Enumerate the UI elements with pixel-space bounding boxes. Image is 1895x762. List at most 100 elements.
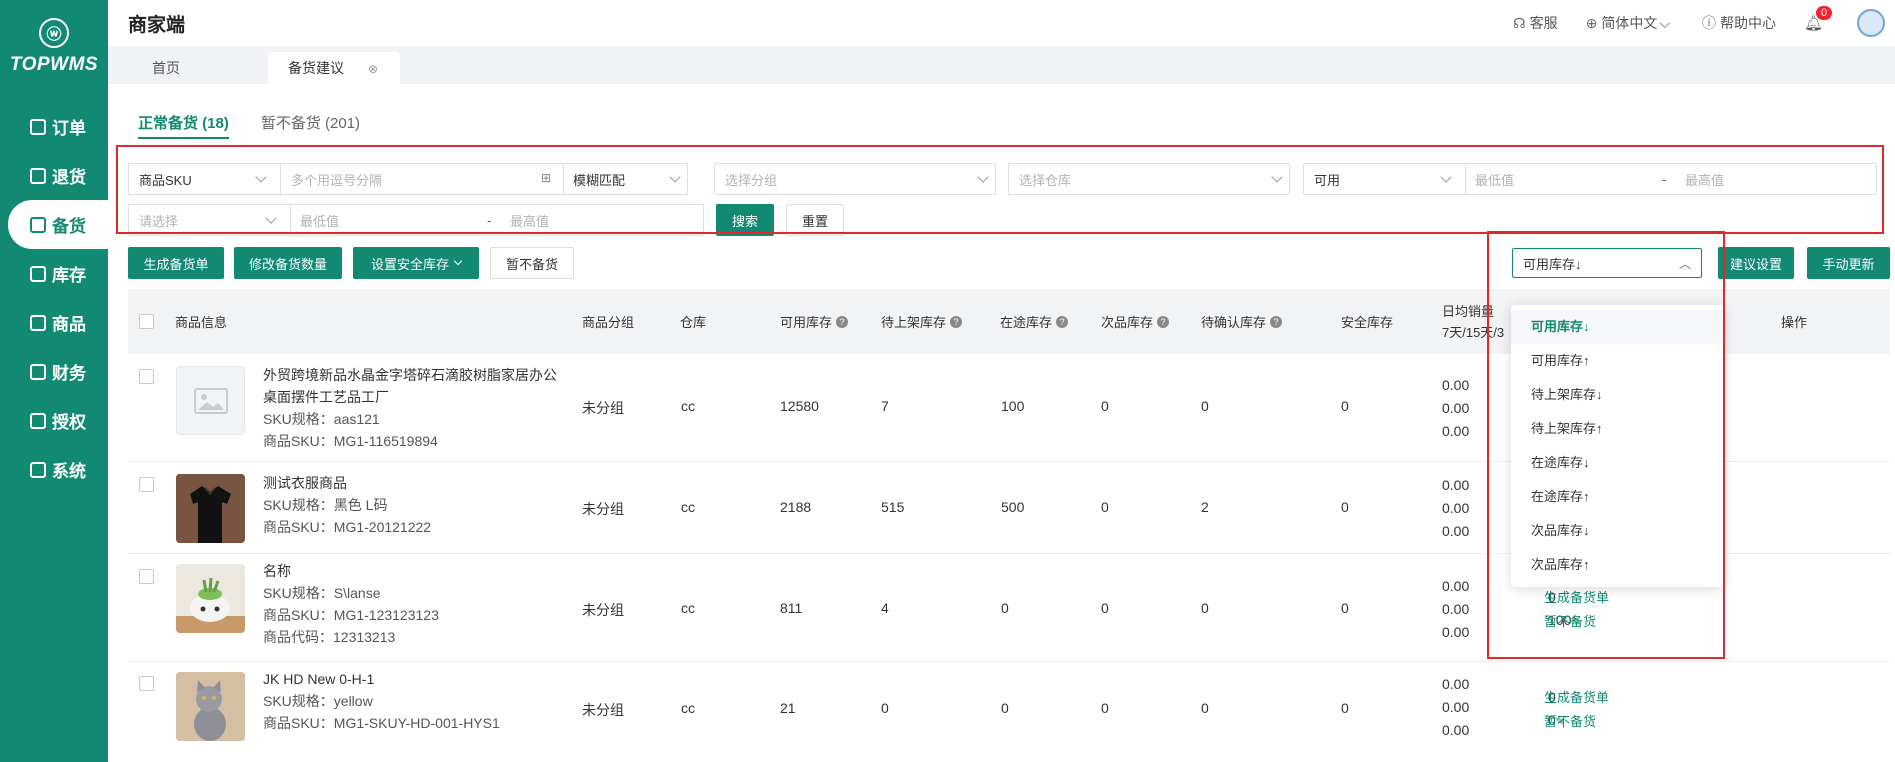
cell-daily-sales: 0.00 0.00 0.00 bbox=[1442, 575, 1469, 644]
product-image-placeholder bbox=[176, 366, 245, 435]
help-icon[interactable]: ? bbox=[950, 315, 963, 328]
replenish-icon bbox=[30, 216, 46, 233]
help-center-link[interactable]: ⓘ 帮助中心 bbox=[1702, 13, 1776, 33]
pause-replenish-button[interactable]: 暂不备货 bbox=[490, 247, 574, 279]
sidebar-item-inventory[interactable]: 库存 bbox=[0, 249, 108, 298]
avatar[interactable] bbox=[1857, 9, 1885, 37]
tab-label: 备货建议 bbox=[288, 60, 344, 76]
suggest-settings-button[interactable]: 建议设置 bbox=[1718, 247, 1794, 279]
cell-warehouse: cc bbox=[681, 398, 695, 414]
cat-planter-image bbox=[176, 564, 245, 633]
header-available-label: 可用库存 bbox=[780, 315, 833, 330]
cell-group: 未分组 bbox=[582, 602, 624, 618]
product-spec: SKU规格：黑色 L码 bbox=[263, 497, 388, 513]
cell-safety: 0 bbox=[1341, 600, 1349, 616]
globe-icon: ⊕ bbox=[1585, 14, 1598, 31]
row-actions: 生成备货单 暂不备货 bbox=[1544, 686, 1609, 734]
product-spec: SKU规格：S\lanse bbox=[263, 585, 381, 601]
cell-pending: 7 bbox=[881, 398, 889, 414]
header-to-confirm: 待确认库存? bbox=[1201, 289, 1283, 354]
safety-stock-button[interactable]: 设置安全库存 bbox=[353, 247, 479, 279]
cell-daily-sales: 0.00 0.00 0.00 bbox=[1442, 673, 1469, 742]
product-name: 名称 bbox=[263, 563, 291, 579]
shirt-image bbox=[176, 474, 245, 543]
help-icon[interactable]: ? bbox=[1056, 315, 1069, 328]
product-sku: 商品SKU：MG1-20121222 bbox=[263, 519, 432, 535]
tab-replenish-suggest[interactable]: 备货建议 ⊗ bbox=[268, 52, 400, 84]
cell-daily-sales: 0.00 0.00 0.00 bbox=[1442, 374, 1469, 443]
product-name: 测试衣服商品 bbox=[263, 475, 347, 491]
service-link[interactable]: ☊ 客服 bbox=[1513, 13, 1557, 33]
finance-icon bbox=[30, 363, 46, 380]
cell-defective: 0 bbox=[1101, 700, 1109, 716]
daily-15: 0.00 bbox=[1442, 699, 1470, 715]
sidebar-item-returns[interactable]: 退货 bbox=[0, 151, 108, 200]
sidebar-item-label: 商品 bbox=[52, 315, 86, 334]
close-icon[interactable]: ⊗ bbox=[368, 62, 378, 76]
product-sku: 商品SKU：MG1-SKUY-HD-001-HYS1 bbox=[263, 715, 500, 731]
sort-highlight-box bbox=[1487, 231, 1725, 659]
product-name: JK HD New 0-H-1 bbox=[263, 671, 375, 687]
daily-15: 0.00 bbox=[1442, 500, 1470, 516]
sidebar-item-products[interactable]: 商品 bbox=[0, 298, 108, 347]
service-label: 客服 bbox=[1529, 15, 1558, 31]
sidebar-item-label: 备货 bbox=[52, 217, 86, 236]
product-sku: 商品SKU：MG1-123123123 bbox=[263, 607, 439, 623]
product-sku: 商品SKU：MG1-116519894 bbox=[263, 433, 438, 449]
generate-order-button[interactable]: 生成备货单 bbox=[128, 247, 224, 279]
chevron-down-icon: ⌵ bbox=[1659, 14, 1670, 31]
row-generate-link[interactable]: 生成备货单 bbox=[1544, 686, 1609, 710]
chevron-down-icon bbox=[453, 256, 463, 266]
product-info: 外贸跨境新品水晶金字塔碎石滴胶树脂家居办公 桌面摆件工艺品工厂 SKU规格：aa… bbox=[263, 364, 557, 452]
row-checkbox[interactable] bbox=[139, 676, 154, 691]
cell-warehouse: cc bbox=[681, 700, 695, 716]
order-icon bbox=[30, 118, 46, 135]
product-name: 外贸跨境新品水晶金字塔碎石滴胶树脂家居办公 bbox=[263, 367, 557, 383]
cell-available: 12580 bbox=[780, 398, 819, 414]
sidebar-item-label: 系统 bbox=[52, 462, 86, 481]
cell-safety: 0 bbox=[1341, 700, 1349, 716]
inventory-icon bbox=[30, 265, 46, 282]
row-pause-link[interactable]: 暂不备货 bbox=[1544, 710, 1609, 734]
sidebar-item-system[interactable]: 系统 bbox=[0, 445, 108, 494]
auth-icon bbox=[30, 412, 46, 429]
cell-available: 21 bbox=[780, 700, 796, 716]
bag-icon bbox=[30, 314, 46, 331]
product-image bbox=[176, 474, 245, 543]
top-bar: 商家端 ☊ 客服 ⊕ 简体中文 ⌵ ⓘ 帮助中心 🔔︎ 0 bbox=[108, 0, 1895, 46]
daily-30: 0.00 bbox=[1442, 523, 1470, 539]
tab-pause-replenish[interactable]: 暂不备货 (201) bbox=[261, 112, 360, 139]
sidebar-item-replenish[interactable]: 备货 bbox=[8, 200, 108, 249]
tab-home[interactable]: 首页 bbox=[108, 52, 248, 84]
header-in-transit: 在途库存? bbox=[1000, 289, 1069, 354]
cell-confirm: 0 bbox=[1201, 398, 1209, 414]
header-action: 操作 bbox=[1781, 315, 1808, 330]
tab-normal-replenish[interactable]: 正常备货 (18) bbox=[138, 112, 229, 139]
cell-warehouse: cc bbox=[681, 600, 695, 616]
tab-label: 首页 bbox=[152, 60, 180, 76]
cell-transit: 0 bbox=[1001, 600, 1009, 616]
sidebar-item-finance[interactable]: 财务 bbox=[0, 347, 108, 396]
notification-bell[interactable]: 🔔︎ 0 bbox=[1804, 6, 1833, 32]
sidebar-item-orders[interactable]: 订单 bbox=[0, 102, 108, 151]
cell-safety: 0 bbox=[1341, 398, 1349, 414]
row-checkbox[interactable] bbox=[139, 477, 154, 492]
manual-update-button[interactable]: 手动更新 bbox=[1807, 247, 1890, 279]
help-icon[interactable]: ? bbox=[1157, 315, 1170, 328]
help-icon: ⓘ bbox=[1701, 15, 1716, 31]
row-checkbox[interactable] bbox=[139, 369, 154, 384]
daily-30: 0.00 bbox=[1442, 624, 1470, 640]
product-code: 商品代码：12313213 bbox=[263, 629, 396, 645]
app-title: 商家端 bbox=[128, 14, 186, 36]
row-checkbox[interactable] bbox=[139, 569, 154, 584]
modify-qty-button[interactable]: 修改备货数量 bbox=[234, 247, 342, 279]
select-all-checkbox[interactable] bbox=[139, 314, 154, 329]
language-select[interactable]: ⊕ 简体中文 ⌵ bbox=[1586, 13, 1674, 33]
sidebar-item-auth[interactable]: 授权 bbox=[0, 396, 108, 445]
help-icon[interactable]: ? bbox=[836, 315, 849, 328]
help-icon[interactable]: ? bbox=[1270, 315, 1283, 328]
filter-highlight-box bbox=[116, 145, 1884, 234]
image-icon bbox=[193, 387, 228, 414]
cell-transit: 0 bbox=[1001, 700, 1009, 716]
cell-pending: 0 bbox=[881, 700, 889, 716]
